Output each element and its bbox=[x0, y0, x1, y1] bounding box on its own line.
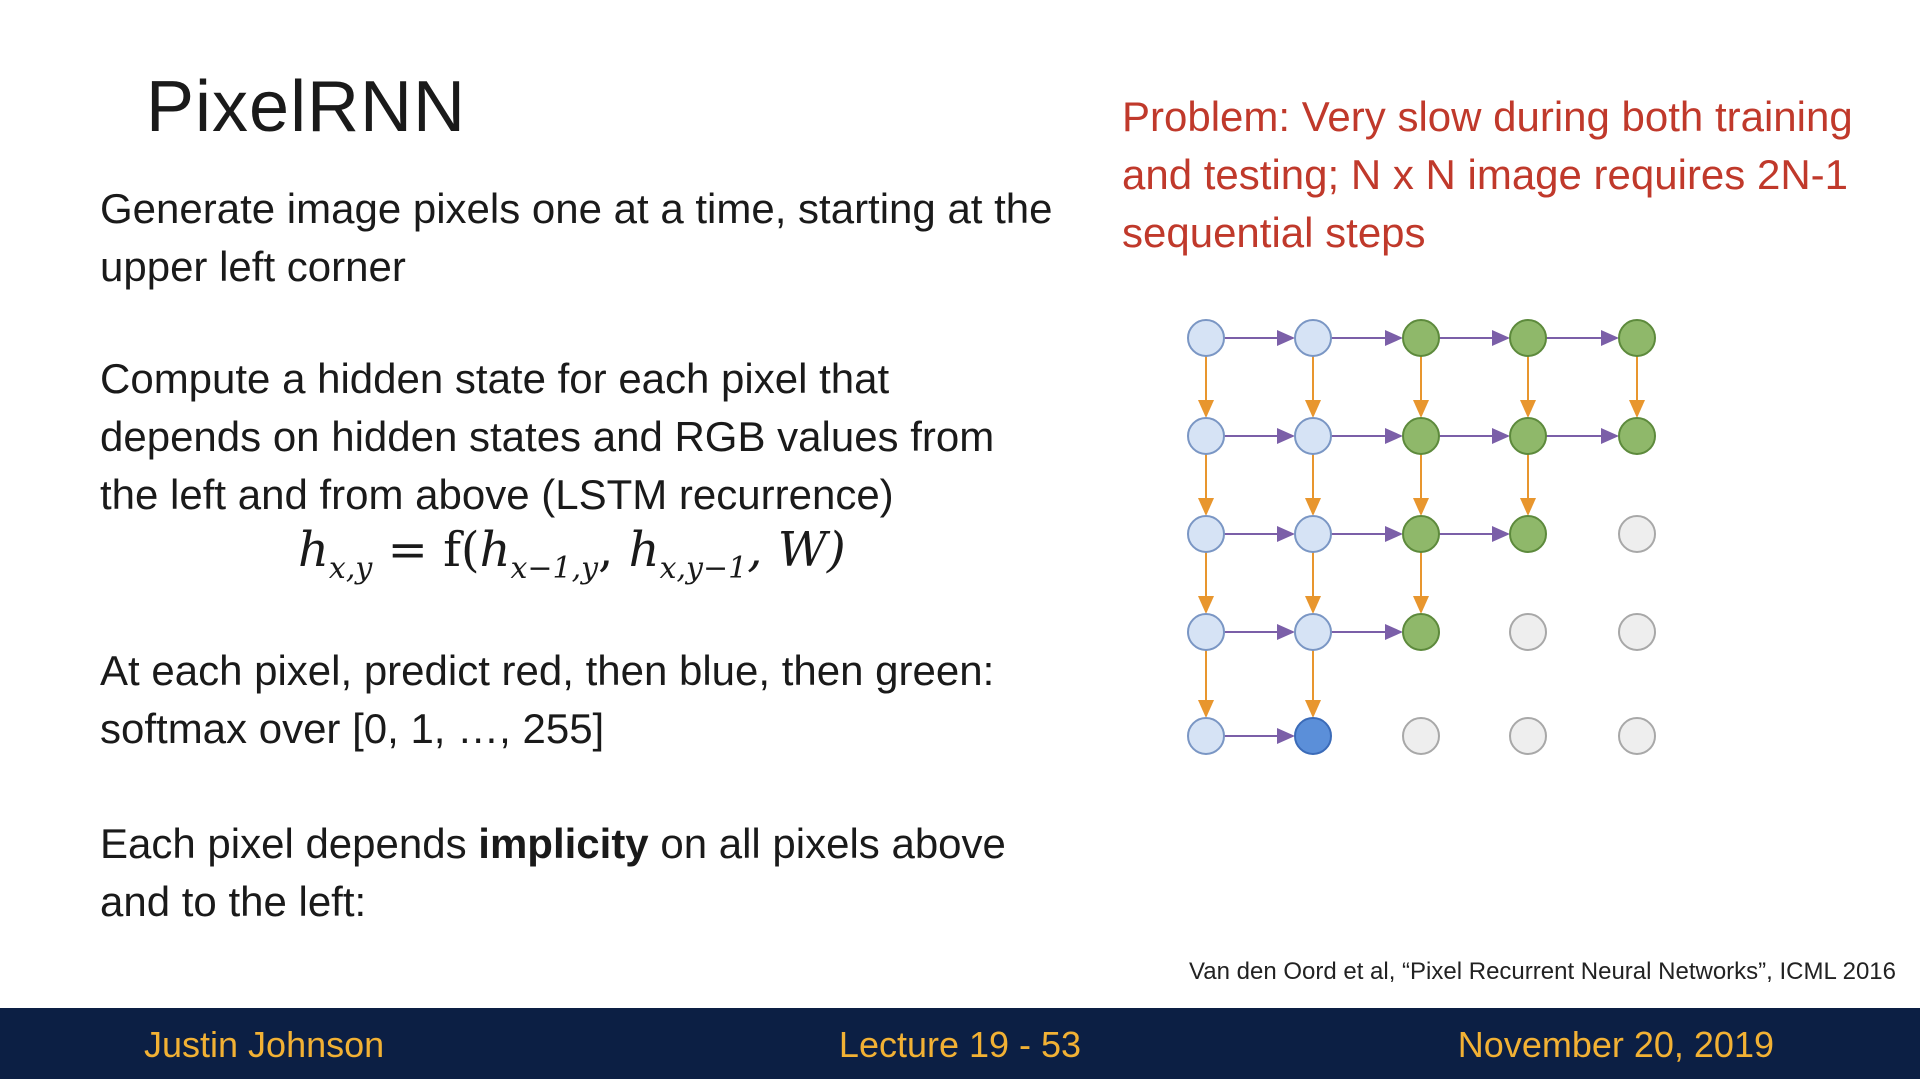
footer-date: November 20, 2019 bbox=[1457, 1024, 1774, 1065]
pixel-node-r2c2 bbox=[1402, 515, 1440, 553]
pixel-node-r0c4 bbox=[1618, 319, 1656, 357]
paragraph-implicit-bold: implicity bbox=[478, 820, 649, 867]
slide: PixelRNN Generate image pixels one at a … bbox=[0, 0, 1920, 1079]
pixel-node-r4c0 bbox=[1187, 717, 1225, 755]
pixel-node-r3c0 bbox=[1187, 613, 1225, 651]
problem-statement: Problem: Very slow during both training … bbox=[1122, 93, 1853, 256]
pixel-node-r2c3 bbox=[1509, 515, 1547, 553]
pixel-node-r0c2 bbox=[1402, 319, 1440, 357]
paragraph-generate: Generate image pixels one at a time, sta… bbox=[100, 185, 1053, 290]
paragraph-implicit-pre: Each pixel depends bbox=[100, 820, 479, 867]
footer-bar: Justin Johnson Lecture 19 - 53 November … bbox=[0, 1008, 1920, 1079]
paragraph-implicit: Each pixel depends implicity on all pixe… bbox=[100, 815, 1060, 931]
pixel-node-r1c1 bbox=[1294, 417, 1332, 455]
pixel-node-r3c3 bbox=[1509, 613, 1547, 651]
pixel-node-r2c1 bbox=[1294, 515, 1332, 553]
slide-title: PixelRNN bbox=[146, 67, 467, 147]
paragraph-hidden-state: Compute a hidden state for each pixel th… bbox=[100, 355, 995, 518]
formula-arg2: h bbox=[628, 522, 660, 578]
pixel-node-r1c3 bbox=[1509, 417, 1547, 455]
pixel-node-r4c3 bbox=[1509, 717, 1547, 755]
pixel-node-r4c1 bbox=[1294, 717, 1332, 755]
paragraph-predict: At each pixel, predict red, then blue, t… bbox=[100, 647, 995, 752]
pixel-node-r0c3 bbox=[1509, 319, 1547, 357]
recurrence-formula: hx,y = f(hx−1,y, hx,y−1, W) bbox=[298, 522, 846, 586]
formula-lhs-sub: x,y bbox=[328, 551, 373, 586]
pixel-node-r3c4 bbox=[1618, 613, 1656, 651]
pixel-grid-diagram bbox=[1187, 319, 1656, 755]
pixel-node-r1c4 bbox=[1618, 417, 1656, 455]
formula-arg1-sub: x−1,y bbox=[510, 551, 599, 586]
pixel-node-r1c0 bbox=[1187, 417, 1225, 455]
pixel-node-r3c1 bbox=[1294, 613, 1332, 651]
pixel-node-r4c2 bbox=[1402, 717, 1440, 755]
formula-eq: = f( bbox=[372, 522, 480, 578]
formula-arg1: h bbox=[479, 522, 511, 578]
formula-tail: , W) bbox=[747, 522, 846, 578]
pixel-node-r1c2 bbox=[1402, 417, 1440, 455]
pixel-node-r0c0 bbox=[1187, 319, 1225, 357]
formula-lhs: h bbox=[298, 522, 329, 578]
pixel-node-r2c4 bbox=[1618, 515, 1656, 553]
pixel-node-r2c0 bbox=[1187, 515, 1225, 553]
formula-arg2-sub: x,y−1 bbox=[659, 551, 748, 586]
pixel-node-r0c1 bbox=[1294, 319, 1332, 357]
citation: Van den Oord et al, “Pixel Recurrent Neu… bbox=[1189, 958, 1896, 985]
pixel-node-r4c4 bbox=[1618, 717, 1656, 755]
pixel-node-r3c2 bbox=[1402, 613, 1440, 651]
